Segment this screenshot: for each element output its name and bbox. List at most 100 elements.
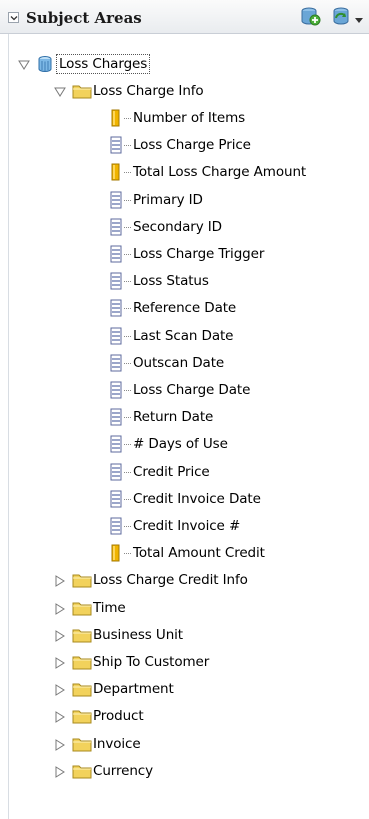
tree-folder-closed[interactable]: Invoice <box>0 731 369 758</box>
column-label[interactable]: Loss Charge Price <box>133 136 251 154</box>
tree-connector <box>124 199 131 202</box>
tree-column-item[interactable]: Return Date <box>0 404 369 431</box>
tree-connector <box>124 254 131 256</box>
attribute-column-icon <box>110 191 122 209</box>
collapsed-triangle-icon[interactable] <box>54 657 66 669</box>
collapsed-triangle-icon[interactable] <box>54 602 66 615</box>
tree-column-item[interactable]: Credit Invoice # <box>0 513 369 540</box>
collapsed-triangle-icon[interactable] <box>54 711 66 724</box>
column-label[interactable]: Credit Invoice Date <box>133 490 261 508</box>
tree-column-item[interactable]: Credit Invoice Date <box>0 486 369 513</box>
tree-connector <box>124 335 131 338</box>
collapsed-triangle-icon[interactable] <box>54 738 66 751</box>
tree-node-label[interactable]: Loss Charges <box>56 54 151 74</box>
tree-connector <box>124 444 131 446</box>
collapsed-triangle-icon[interactable] <box>54 765 66 778</box>
tree-connector <box>124 553 131 555</box>
attribute-column-icon <box>110 435 122 453</box>
column-label[interactable]: Primary ID <box>133 191 203 209</box>
tree-folder-closed[interactable]: Business Unit <box>0 622 369 649</box>
tree-column-item[interactable]: Loss Status <box>0 268 369 295</box>
collapsed-triangle-icon[interactable] <box>54 629 66 642</box>
column-label[interactable]: Total Amount Credit <box>133 544 265 562</box>
attribute-column-icon <box>110 490 122 508</box>
tree-folder-closed[interactable]: Department <box>0 676 369 703</box>
tree-node-label[interactable]: Loss Charge Info <box>93 82 204 100</box>
tree-connector <box>124 390 131 392</box>
tree-column-item[interactable]: Credit Price <box>0 459 369 486</box>
folder-icon <box>72 765 92 779</box>
add-database-icon <box>301 7 321 26</box>
panel-header: Subject Areas <box>0 0 369 34</box>
collapse-panel-button[interactable] <box>8 12 19 23</box>
attribute-column-icon <box>110 136 122 154</box>
tree-column-item[interactable]: Last Scan Date <box>0 323 369 350</box>
attribute-column-icon <box>110 272 122 290</box>
tree-column-item[interactable]: Primary ID <box>0 187 369 214</box>
folder-label[interactable]: Time <box>93 599 126 617</box>
tree-folder-closed[interactable]: Time <box>0 595 369 622</box>
column-label[interactable]: Secondary ID <box>133 218 222 236</box>
folder-label[interactable]: Product <box>93 707 144 725</box>
tree-column-item[interactable]: Loss Charge Date <box>0 377 369 404</box>
tree-column-item[interactable]: Outscan Date <box>0 350 369 377</box>
tree-node-root[interactable]: Loss Charges <box>0 51 369 78</box>
column-label[interactable]: Return Date <box>133 408 213 426</box>
collapsed-triangle-icon[interactable] <box>54 684 66 697</box>
folder-label[interactable]: Business Unit <box>93 626 183 644</box>
tree-column-item[interactable]: Number of Items <box>0 105 369 132</box>
column-label[interactable]: Credit Price <box>133 463 210 481</box>
tree-connector <box>124 281 131 283</box>
column-label[interactable]: Number of Items <box>133 109 245 127</box>
tree-connector <box>124 417 131 419</box>
folder-label[interactable]: Department <box>93 680 174 698</box>
column-label[interactable]: Loss Charge Trigger <box>133 245 264 263</box>
tree-column-item[interactable]: Total Amount Credit <box>0 540 369 567</box>
tree-connector <box>124 118 131 120</box>
folder-label[interactable]: Invoice <box>93 735 141 753</box>
tree-folder-closed[interactable]: Loss Charge Credit Info <box>0 567 369 594</box>
attribute-column-icon <box>110 245 122 263</box>
tree-column-item[interactable]: Total Loss Charge Amount <box>0 159 369 186</box>
column-label[interactable]: Credit Invoice # <box>133 517 240 535</box>
tree-folder-closed[interactable]: Ship To Customer <box>0 649 369 676</box>
tree-folder-closed[interactable]: Product <box>0 703 369 730</box>
attribute-column-icon <box>110 354 122 372</box>
chevron-down-icon <box>10 16 18 21</box>
folder-label[interactable]: Ship To Customer <box>93 653 209 671</box>
tree-connector <box>124 526 131 528</box>
folder-label[interactable]: Currency <box>93 762 153 780</box>
tree-folder-closed[interactable]: Currency <box>0 758 369 785</box>
refresh-button[interactable] <box>331 7 353 31</box>
column-label[interactable]: Reference Date <box>133 299 236 317</box>
add-subject-area-button[interactable] <box>300 7 322 31</box>
tree-connector <box>124 226 131 229</box>
measure-column-icon <box>111 544 120 562</box>
expanded-triangle-icon[interactable] <box>54 86 66 98</box>
column-label[interactable]: Outscan Date <box>133 354 224 372</box>
attribute-column-icon <box>110 463 122 481</box>
tree-column-item[interactable]: Loss Charge Price <box>0 132 369 159</box>
tree-column-item[interactable]: Secondary ID <box>0 214 369 241</box>
collapsed-triangle-icon[interactable] <box>54 575 66 588</box>
folder-label[interactable]: Loss Charge Credit Info <box>93 571 248 589</box>
folder-icon <box>72 629 92 643</box>
tree-column-item[interactable]: Reference Date <box>0 295 369 322</box>
tree-column-item[interactable]: # Days of Use <box>0 431 369 458</box>
measure-column-icon <box>111 163 120 181</box>
attribute-column-icon <box>110 408 122 426</box>
column-label[interactable]: Last Scan Date <box>133 327 234 345</box>
column-label[interactable]: Loss Status <box>133 272 209 290</box>
attribute-column-icon <box>110 218 122 236</box>
subject-areas-panel: Subject Areas Loss Charges Loss Charge I… <box>0 0 369 819</box>
column-label[interactable]: # Days of Use <box>133 435 228 453</box>
folder-icon <box>72 602 92 616</box>
expanded-triangle-icon[interactable] <box>18 59 30 71</box>
column-label[interactable]: Total Loss Charge Amount <box>133 163 306 181</box>
tree-column-item[interactable]: Loss Charge Trigger <box>0 241 369 268</box>
refresh-menu-button[interactable] <box>355 13 363 28</box>
column-label[interactable]: Loss Charge Date <box>133 381 250 399</box>
tree-folder-open[interactable]: Loss Charge Info <box>0 78 369 105</box>
tree-connector <box>124 498 131 501</box>
folder-icon <box>72 656 92 670</box>
